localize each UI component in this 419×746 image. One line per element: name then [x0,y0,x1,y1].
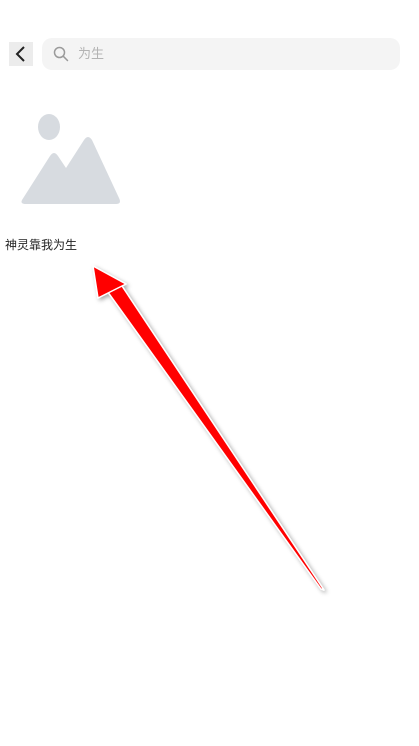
search-input[interactable] [78,40,378,68]
back-button[interactable] [9,42,33,66]
annotation-arrow-head [92,265,127,299]
chevron-left-icon [15,46,25,62]
image-placeholder-icon [21,114,120,204]
search-bar[interactable] [42,38,400,70]
result-title: 神灵靠我为生 [5,238,78,252]
search-result-item[interactable]: 神灵靠我为生 [0,100,140,260]
search-icon [52,45,70,63]
annotation-arrow-shaft [104,279,325,591]
search-results-page: 神灵靠我为生 [0,0,419,746]
